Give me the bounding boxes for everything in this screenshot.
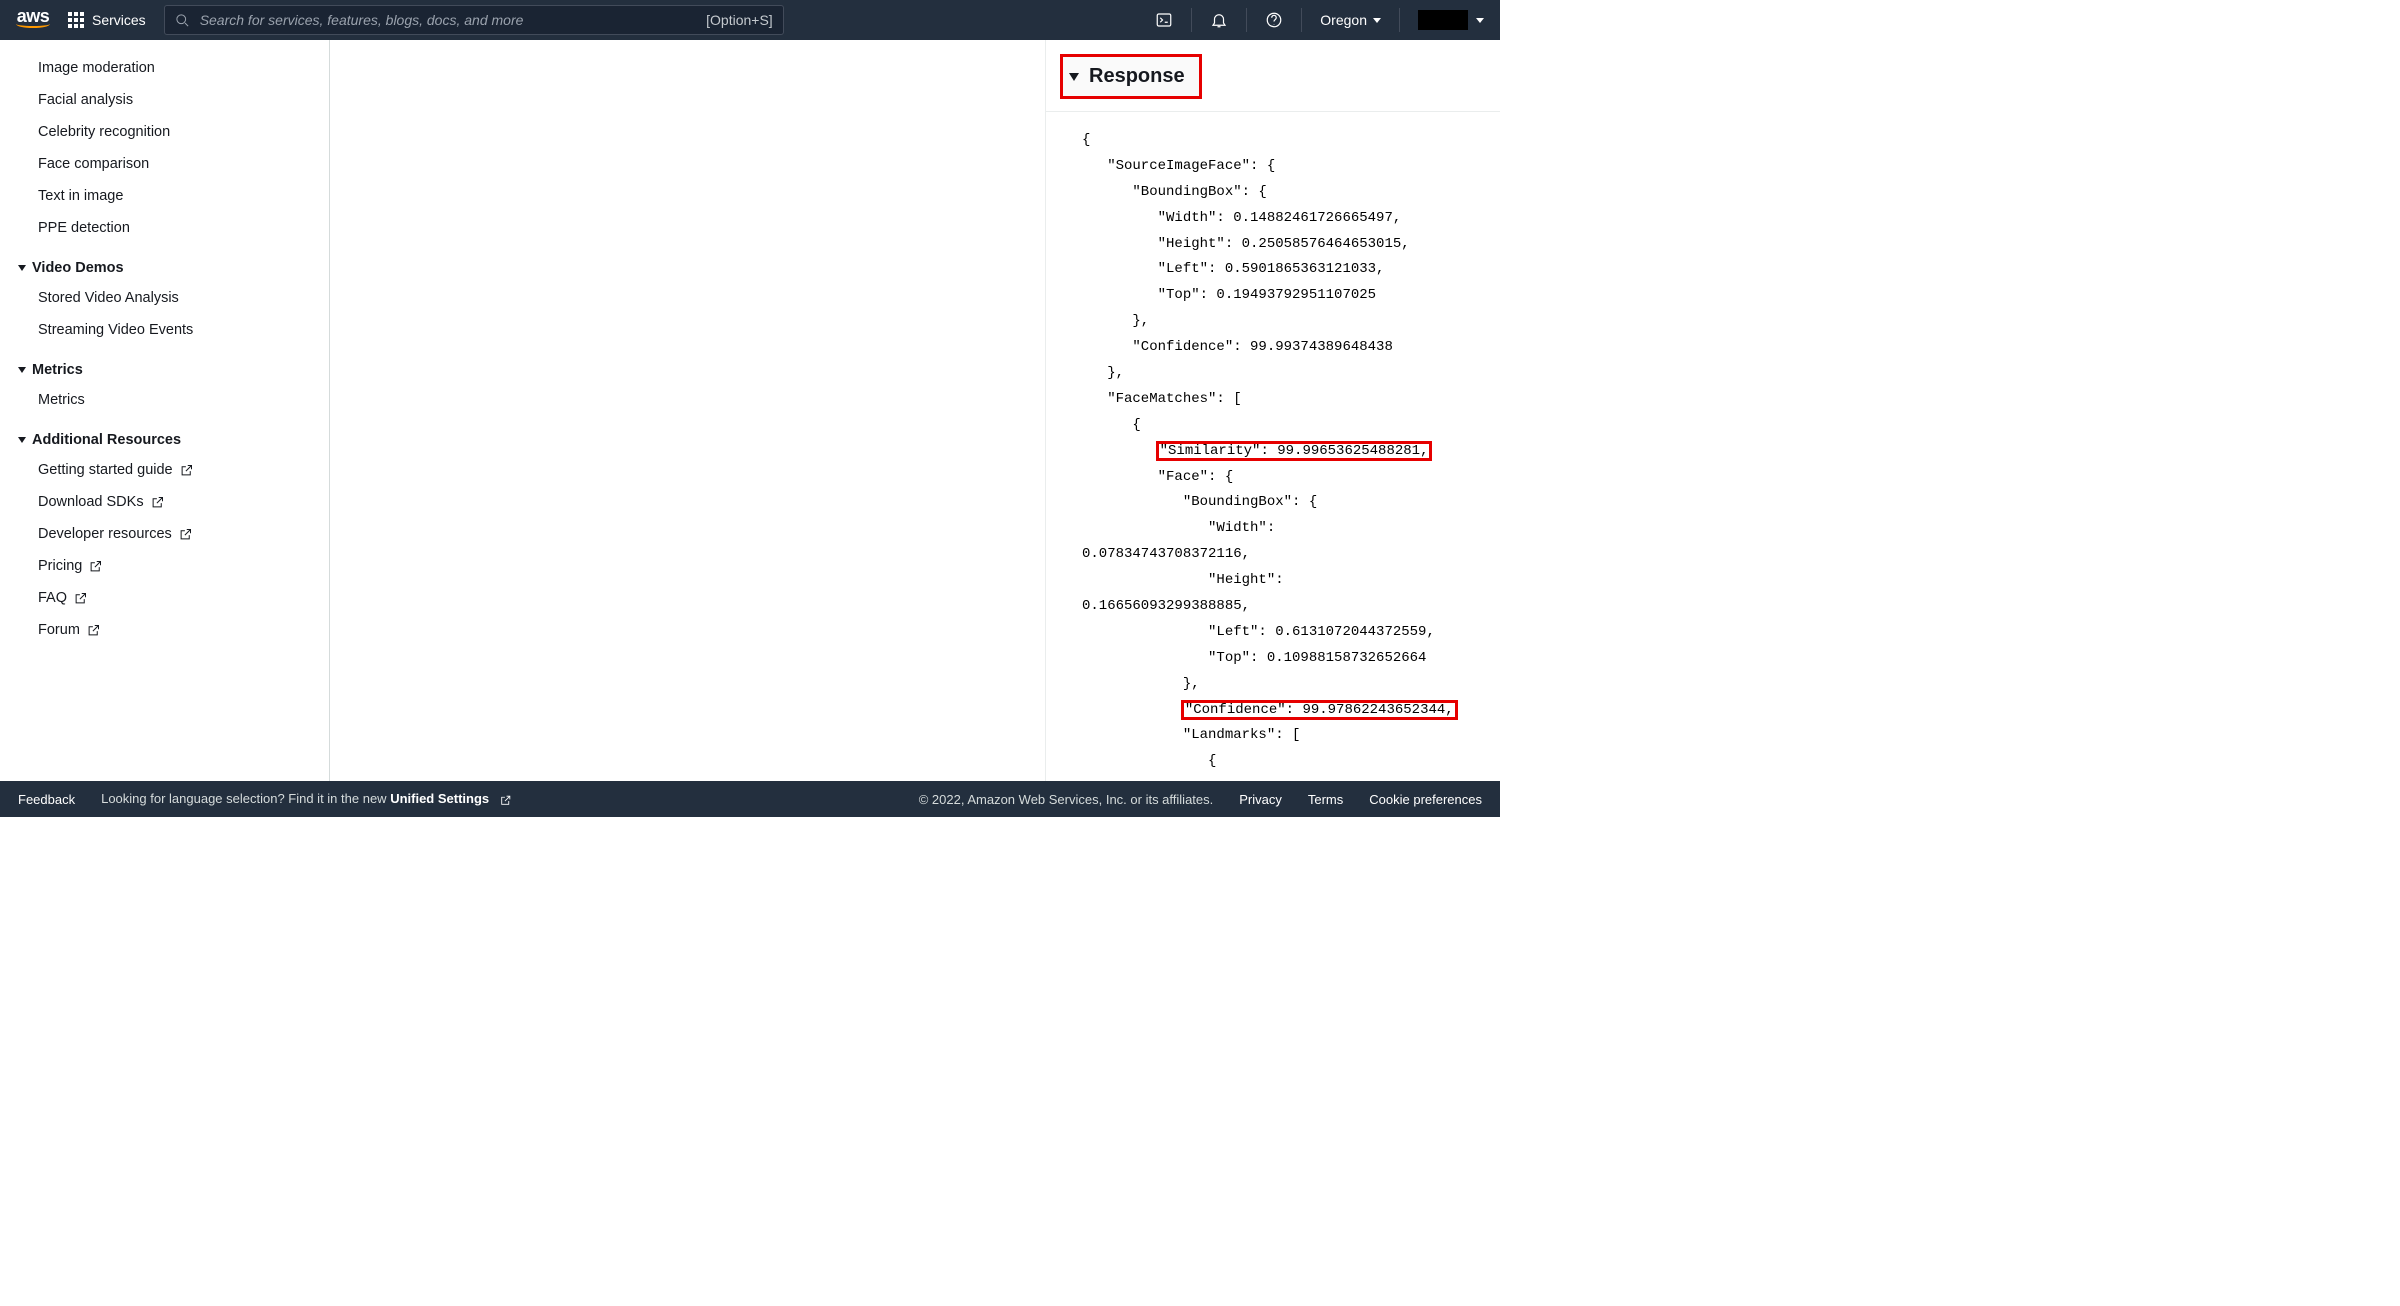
services-menu-button[interactable]: Services: [68, 12, 146, 28]
sidebar-item[interactable]: Text in image: [14, 180, 329, 212]
language-hint: Looking for language selection? Find it …: [101, 791, 512, 806]
feedback-link[interactable]: Feedback: [18, 792, 75, 807]
footer-bar: Feedback Looking for language selection?…: [0, 781, 1500, 817]
sidebar-item[interactable]: Forum: [14, 614, 329, 646]
account-menu[interactable]: [1418, 10, 1484, 30]
sidebar-item[interactable]: Streaming Video Events: [14, 314, 329, 346]
notifications-icon[interactable]: [1210, 11, 1228, 29]
caret-down-icon: [18, 437, 26, 443]
region-selector[interactable]: Oregon: [1320, 12, 1381, 28]
external-link-icon: [499, 794, 512, 807]
privacy-link[interactable]: Privacy: [1239, 792, 1282, 807]
sidebar-item[interactable]: Getting started guide: [14, 454, 329, 486]
unified-settings-link[interactable]: Unified Settings: [390, 791, 512, 806]
grid-icon: [68, 12, 84, 28]
caret-down-icon: [1476, 18, 1484, 23]
sidebar-item[interactable]: Stored Video Analysis: [14, 282, 329, 314]
page-body: Image moderationFacial analysisCelebrity…: [0, 40, 1500, 781]
search-shortcut: [Option+S]: [706, 12, 773, 28]
services-label: Services: [92, 12, 146, 28]
sidebar-item[interactable]: Download SDKs: [14, 486, 329, 518]
cloudshell-icon[interactable]: [1155, 11, 1173, 29]
external-link-icon: [88, 559, 103, 574]
top-navigation-bar: aws Services Search for services, featur…: [0, 0, 1500, 40]
main-content-area: [330, 40, 1045, 781]
response-panel: Response { "SourceImageFace": { "Boundin…: [1045, 40, 1500, 781]
global-search-box[interactable]: Search for services, features, blogs, do…: [164, 5, 784, 35]
response-section-toggle[interactable]: Response: [1063, 57, 1199, 96]
response-header-label: Response: [1089, 65, 1185, 88]
sidebar-section-metrics[interactable]: Metrics: [14, 346, 329, 384]
left-navigation-sidebar: Image moderationFacial analysisCelebrity…: [0, 40, 330, 781]
sidebar-item[interactable]: Developer resources: [14, 518, 329, 550]
caret-down-icon: [18, 265, 26, 271]
external-link-icon: [73, 591, 88, 606]
caret-down-icon: [1069, 73, 1079, 81]
sidebar-item[interactable]: FAQ: [14, 582, 329, 614]
account-name-redacted: [1418, 10, 1468, 30]
help-icon[interactable]: [1265, 11, 1283, 29]
sidebar-item[interactable]: Face comparison: [14, 148, 329, 180]
aws-logo[interactable]: aws: [16, 12, 50, 28]
caret-down-icon: [1373, 18, 1381, 23]
terms-link[interactable]: Terms: [1308, 792, 1343, 807]
highlighted-json-line: "Confidence": 99.97862243652344,: [1183, 702, 1456, 718]
search-icon: [175, 13, 190, 28]
sidebar-item[interactable]: Celebrity recognition: [14, 116, 329, 148]
response-json-body: { "SourceImageFace": { "BoundingBox": { …: [1046, 111, 1500, 781]
sidebar-item[interactable]: Facial analysis: [14, 84, 329, 116]
highlighted-json-line: "Similarity": 99.99653625488281,: [1158, 443, 1431, 459]
sidebar-item[interactable]: PPE detection: [14, 212, 329, 244]
sidebar-section-video-demos[interactable]: Video Demos: [14, 244, 329, 282]
external-link-icon: [178, 527, 193, 542]
response-header-highlight: Response: [1060, 54, 1202, 99]
region-label: Oregon: [1320, 12, 1367, 28]
sidebar-item[interactable]: Pricing: [14, 550, 329, 582]
external-link-icon: [150, 495, 165, 510]
sidebar-item[interactable]: Image moderation: [14, 52, 329, 84]
cookie-preferences-link[interactable]: Cookie preferences: [1369, 792, 1482, 807]
external-link-icon: [86, 623, 101, 638]
caret-down-icon: [18, 367, 26, 373]
sidebar-item[interactable]: Metrics: [14, 384, 329, 416]
external-link-icon: [179, 463, 194, 478]
search-placeholder: Search for services, features, blogs, do…: [200, 12, 696, 28]
copyright-text: © 2022, Amazon Web Services, Inc. or its…: [919, 792, 1214, 807]
sidebar-section-additional[interactable]: Additional Resources: [14, 416, 329, 454]
